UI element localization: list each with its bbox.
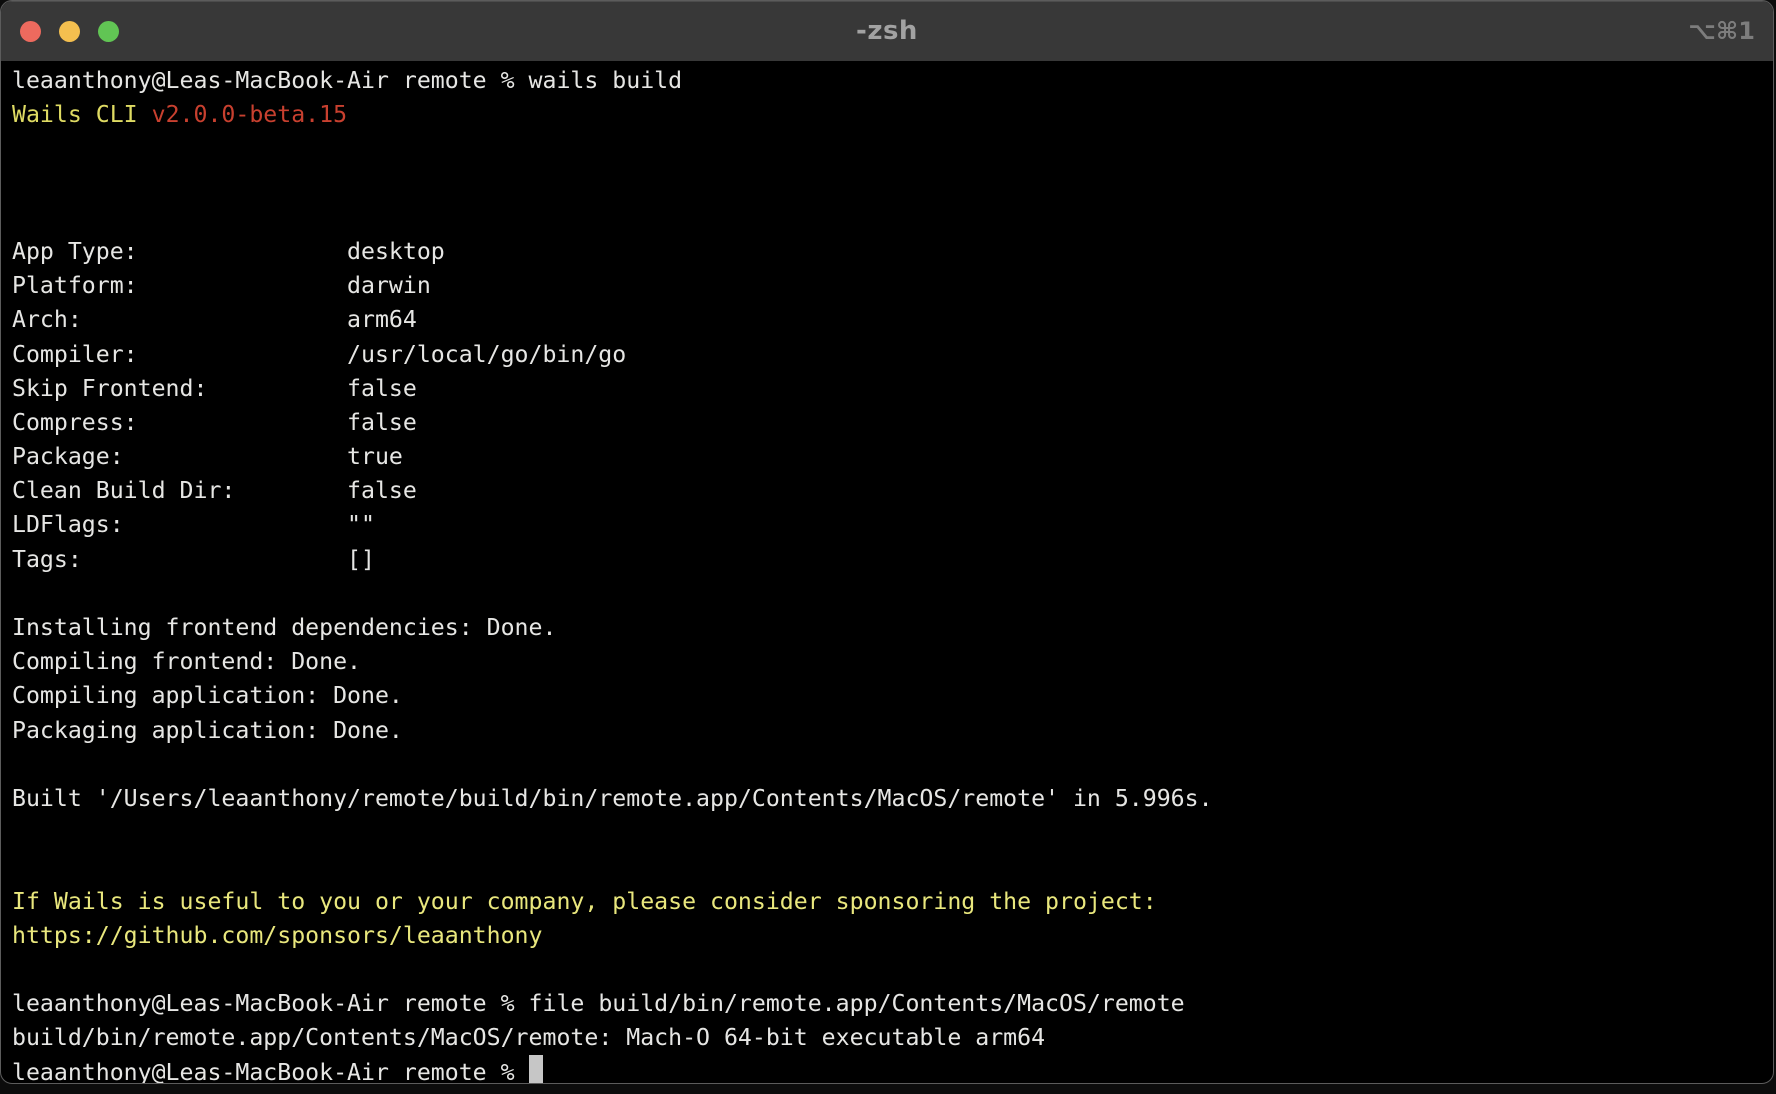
zoom-button[interactable] [98,21,119,42]
terminal-text: Compiling application: Done. [12,682,403,709]
terminal-line [12,201,1773,235]
config-label: Clean Build Dir: [12,474,347,508]
config-value: false [347,375,417,402]
config-label: Compiler: [12,338,347,372]
terminal-cursor [529,1055,543,1084]
close-button[interactable] [20,21,41,42]
terminal-text: Compiling frontend: Done. [12,648,361,675]
terminal-line: Platform:darwin [12,269,1773,303]
terminal-line: If Wails is useful to you or your compan… [12,885,1773,919]
terminal-line: https://github.com/sponsors/leaanthony [12,919,1773,953]
config-label: Arch: [12,303,347,337]
terminal-line: App Type:desktop [12,235,1773,269]
terminal-text: https://github.com/sponsors/leaanthony [12,922,542,949]
terminal-line: Compiling application: Done. [12,679,1773,713]
terminal-line [12,816,1773,850]
config-value: /usr/local/go/bin/go [347,341,626,368]
config-value: arm64 [347,306,417,333]
minimize-button[interactable] [59,21,80,42]
config-value: true [347,443,403,470]
terminal-text: Installing frontend dependencies: Done. [12,614,556,641]
config-value: darwin [347,272,431,299]
config-value: desktop [347,238,445,265]
terminal-line: LDFlags:"" [12,508,1773,542]
terminal-line: leaanthony@Leas-MacBook-Air remote % fil… [12,987,1773,1021]
window-title: -zsh [856,16,918,46]
terminal-line: leaanthony@Leas-MacBook-Air remote % [12,1055,1773,1084]
terminal-line [12,132,1773,166]
terminal-text: Built '/Users/leaanthony/remote/build/bi… [12,785,1213,812]
config-label: Platform: [12,269,347,303]
config-label: Skip Frontend: [12,372,347,406]
terminal-text: leaanthony@Leas-MacBook-Air remote % wai… [12,67,682,94]
terminal-line: Packaging application: Done. [12,714,1773,748]
config-value: "" [347,511,375,538]
terminal-window: -zsh ⌥⌘1 leaanthony@Leas-MacBook-Air rem… [0,0,1774,1084]
terminal-output[interactable]: leaanthony@Leas-MacBook-Air remote % wai… [1,61,1773,1084]
terminal-line: Clean Build Dir:false [12,474,1773,508]
terminal-line: leaanthony@Leas-MacBook-Air remote % wai… [12,64,1773,98]
title-bar[interactable]: -zsh ⌥⌘1 [1,1,1773,61]
terminal-line: Compiler:/usr/local/go/bin/go [12,338,1773,372]
terminal-line: Tags:[] [12,543,1773,577]
terminal-text: Wails CLI [12,101,152,128]
config-value: false [347,477,417,504]
terminal-line [12,748,1773,782]
terminal-line: Installing frontend dependencies: Done. [12,611,1773,645]
config-label: Compress: [12,406,347,440]
terminal-line: Built '/Users/leaanthony/remote/build/bi… [12,782,1773,816]
terminal-text: Packaging application: Done. [12,717,403,744]
terminal-line [12,577,1773,611]
terminal-line: Skip Frontend:false [12,372,1773,406]
terminal-line [12,850,1773,884]
terminal-line: Wails CLI v2.0.0-beta.15 [12,98,1773,132]
traffic-lights [20,1,119,61]
terminal-text: leaanthony@Leas-MacBook-Air remote % fil… [12,990,1185,1017]
config-label: Tags: [12,543,347,577]
terminal-line: Package:true [12,440,1773,474]
window-shortcut-badge: ⌥⌘1 [1688,1,1755,61]
terminal-line: Compiling frontend: Done. [12,645,1773,679]
terminal-text: leaanthony@Leas-MacBook-Air remote % [12,1059,529,1084]
config-label: App Type: [12,235,347,269]
terminal-text: build/bin/remote.app/Contents/MacOS/remo… [12,1024,1045,1051]
config-label: LDFlags: [12,508,347,542]
terminal-text: v2.0.0-beta.15 [152,101,347,128]
config-label: Package: [12,440,347,474]
terminal-line [12,953,1773,987]
terminal-text: If Wails is useful to you or your compan… [12,888,1157,915]
terminal-line [12,167,1773,201]
config-value: false [347,409,417,436]
terminal-line: build/bin/remote.app/Contents/MacOS/remo… [12,1021,1773,1055]
config-value: [] [347,546,375,573]
terminal-line: Compress:false [12,406,1773,440]
terminal-line: Arch:arm64 [12,303,1773,337]
